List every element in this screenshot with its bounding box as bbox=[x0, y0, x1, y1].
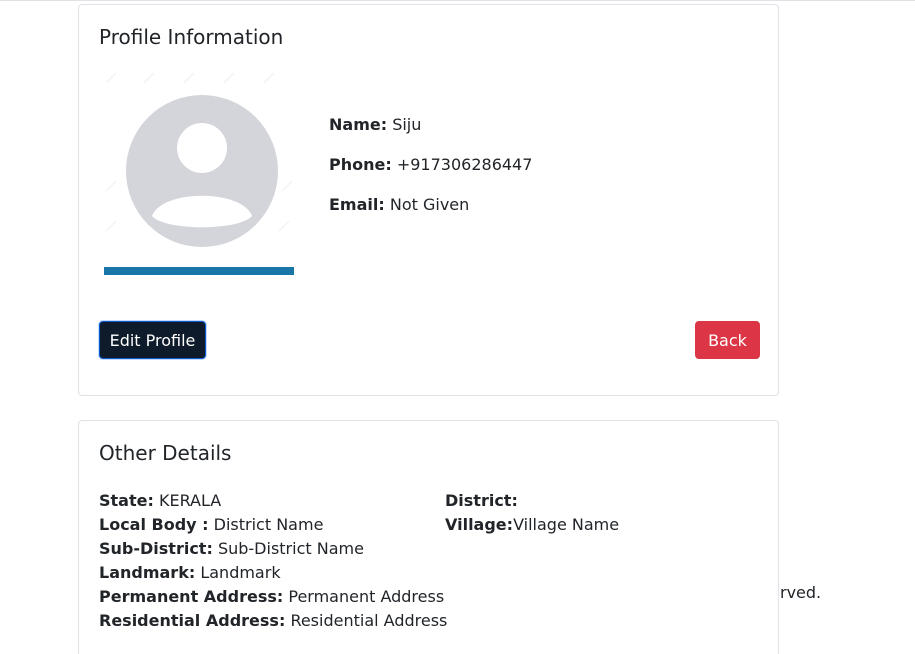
detail-village: Village:Village Name bbox=[445, 513, 619, 537]
local-body-label: Local Body : bbox=[99, 515, 209, 534]
permanent-address-label: Permanent Address: bbox=[99, 587, 284, 606]
profile-phone: Phone: +917306286447 bbox=[329, 155, 532, 174]
sub-district-label: Sub-District: bbox=[99, 539, 213, 558]
profile-email: Email: Not Given bbox=[329, 195, 469, 214]
permanent-address-value: Permanent Address bbox=[288, 587, 445, 606]
detail-state: State: KERALA bbox=[99, 489, 221, 513]
back-button[interactable]: Back bbox=[695, 321, 760, 359]
detail-permanent-address: Permanent Address: Permanent Address bbox=[99, 585, 444, 609]
other-details-title: Other Details bbox=[99, 441, 232, 465]
residential-address-value: Residential Address bbox=[290, 611, 448, 630]
local-body-value: District Name bbox=[213, 515, 324, 534]
detail-landmark: Landmark: Landmark bbox=[99, 561, 281, 585]
phone-value: +917306286447 bbox=[396, 155, 533, 174]
detail-local-body: Local Body : District Name bbox=[99, 513, 323, 537]
footer-copyright-fragment: rved. bbox=[780, 583, 822, 602]
email-value: Not Given bbox=[389, 195, 470, 214]
landmark-value: Landmark bbox=[200, 563, 281, 582]
profile-avatar bbox=[104, 71, 294, 275]
village-value: Village Name bbox=[513, 515, 620, 534]
landmark-label: Landmark: bbox=[99, 563, 196, 582]
name-label: Name: bbox=[329, 115, 388, 134]
other-details-card: Other Details State: KERALA Local Body :… bbox=[78, 420, 779, 654]
profile-information-card: Profile Information Name: Siju Phone: +9… bbox=[78, 4, 779, 396]
profile-name: Name: Siju bbox=[329, 115, 421, 134]
village-label: Village: bbox=[445, 515, 514, 534]
state-label: State: bbox=[99, 491, 154, 510]
detail-sub-district: Sub-District: Sub-District Name bbox=[99, 537, 364, 561]
state-value: KERALA bbox=[158, 491, 222, 510]
email-label: Email: bbox=[329, 195, 385, 214]
detail-residential-address: Residential Address: Residential Address bbox=[99, 609, 447, 633]
top-divider bbox=[0, 0, 915, 1]
detail-district: District: bbox=[445, 489, 518, 513]
default-user-avatar-icon bbox=[104, 72, 294, 275]
sub-district-value: Sub-District Name bbox=[217, 539, 364, 558]
residential-address-label: Residential Address: bbox=[99, 611, 286, 630]
edit-profile-button[interactable]: Edit Profile bbox=[99, 321, 206, 359]
name-value: Siju bbox=[392, 115, 422, 134]
profile-card-title: Profile Information bbox=[99, 25, 284, 49]
phone-label: Phone: bbox=[329, 155, 392, 174]
district-label: District: bbox=[445, 491, 518, 510]
